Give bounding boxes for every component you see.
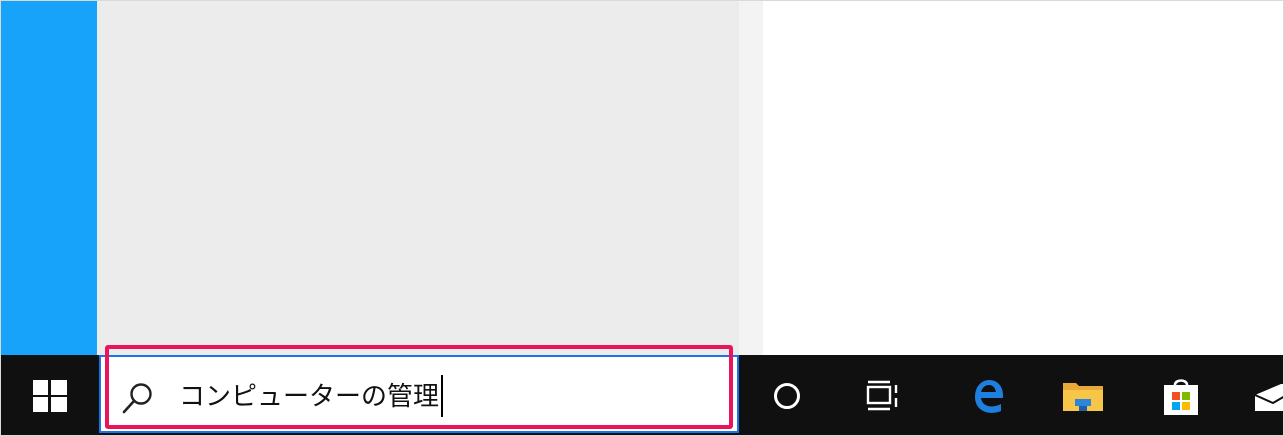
start-button[interactable] [1,355,99,435]
search-box[interactable]: コンピューターの管理 [99,355,739,433]
desktop-screen: コンピューターの管理 [0,0,1284,436]
windows-start-icon [33,380,67,412]
store-icon [1164,379,1198,415]
search-input[interactable]: コンピューターの管理 [179,379,439,415]
store-button[interactable] [1151,355,1211,435]
mail-button[interactable] [1247,355,1283,435]
start-menu-strip [1,1,97,355]
edge-icon [975,380,1003,413]
task-view-button[interactable] [853,355,913,435]
edge-button[interactable] [957,355,1017,435]
search-icon [122,383,152,414]
mail-icon [1254,384,1283,411]
cortana-button[interactable] [757,355,817,435]
search-results-panel [97,1,739,355]
task-view-icon [866,380,898,411]
panel-edge [739,1,763,355]
file-explorer-button[interactable] [1053,355,1113,435]
taskbar: コンピューターの管理 [1,355,1283,435]
file-explorer-icon [1063,383,1103,411]
text-caret [441,375,443,417]
cortana-icon [774,383,800,409]
